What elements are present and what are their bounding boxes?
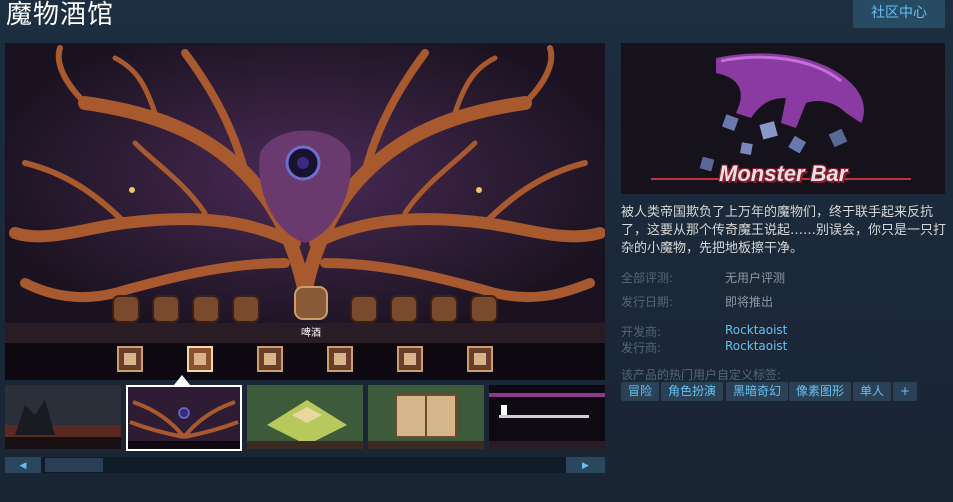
thumbnail-scrollbar[interactable]: ◀ ▶ — [5, 457, 605, 473]
thumbnail-strip — [5, 385, 605, 451]
tag-pixel-graphics[interactable]: 像素图形 — [789, 382, 852, 401]
release-date-value: 即将推出 — [725, 295, 774, 309]
thumbnail-1[interactable] — [5, 385, 121, 449]
selected-thumb-arrow-icon — [174, 375, 190, 385]
thumbnail-5[interactable] — [489, 385, 605, 449]
developer-label: 开发商: — [621, 325, 662, 339]
add-tag-button[interactable]: + — [893, 382, 918, 401]
tags-label: 该产品的热门用户自定义标签: — [621, 368, 782, 382]
tree-scene-image — [5, 43, 605, 343]
main-screenshot[interactable]: 啤酒 — [5, 43, 605, 380]
thumbnail-3[interactable] — [247, 385, 363, 449]
hud-slot-icon — [117, 346, 143, 372]
tag-adventure[interactable]: 冒险 — [621, 382, 660, 401]
thumbnail-4[interactable] — [368, 385, 484, 449]
reviews-label: 全部评测: — [621, 271, 674, 285]
release-date-label: 发行日期: — [621, 295, 674, 309]
tag-rpg[interactable]: 角色扮演 — [661, 382, 724, 401]
hud-slot-icon — [397, 346, 423, 372]
current-item-label: 啤酒 — [301, 328, 321, 339]
game-hud-bar — [5, 343, 605, 380]
publisher-link[interactable]: Rocktaoist — [725, 339, 787, 353]
hud-slot-icon — [257, 346, 283, 372]
thumbnail-2-selected[interactable] — [126, 385, 242, 451]
monster-bar-logo-text: Monster Bar — [719, 161, 848, 186]
publisher-label: 发行商: — [621, 341, 662, 355]
developer-link[interactable]: Rocktaoist — [725, 323, 787, 337]
hud-slot-beer-icon — [187, 346, 213, 372]
hud-slot-icon — [327, 346, 353, 372]
community-hub-button[interactable]: 社区中心 — [853, 0, 945, 28]
reviews-value: 无用户评测 — [725, 271, 786, 285]
header-capsule-image: Monster Bar — [621, 43, 945, 194]
scrollbar-handle[interactable] — [45, 458, 103, 472]
game-title: 魔物酒馆 — [6, 0, 115, 30]
hud-slot-icon — [467, 346, 493, 372]
tag-dark-fantasy[interactable]: 黑暗奇幻 — [726, 382, 789, 401]
scroll-right-button[interactable]: ▶ — [566, 457, 605, 473]
game-description: 被人类帝国欺负了上万年的魔物们，终于联手起来反抗了，这要从那个传奇魔王说起……别… — [621, 205, 947, 256]
scroll-left-button[interactable]: ◀ — [5, 457, 41, 473]
tag-singleplayer[interactable]: 单人 — [853, 382, 892, 401]
